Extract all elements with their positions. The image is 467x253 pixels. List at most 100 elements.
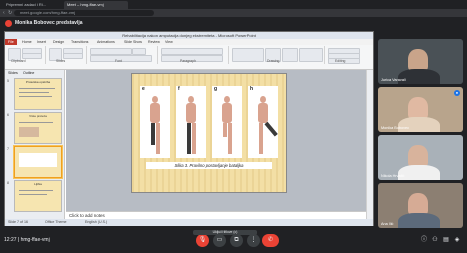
ribbon-group-font: Font — [87, 46, 158, 64]
presenter-name: Monika Bobovec predstavlja — [15, 20, 83, 26]
participant-name: Jurica Varavali — [381, 78, 406, 82]
thumb-text-line — [19, 190, 53, 191]
font-family-select[interactable] — [90, 48, 132, 55]
slide-thumbnail[interactable]: Vrste proteza — [14, 112, 62, 144]
participant-name: Ana Ilić — [381, 222, 394, 226]
figure-head — [152, 96, 158, 103]
thumb-title: Lijčka — [34, 182, 42, 186]
more-options-button[interactable]: ⋮ — [247, 234, 260, 247]
figure-panel-e: e — [140, 86, 170, 158]
font-size-select[interactable] — [132, 48, 146, 55]
thumb-image — [19, 127, 39, 137]
mic-off-button[interactable]: 🎙 — [196, 234, 209, 247]
ribbon-group-paragraph: Paragraph — [158, 46, 229, 64]
ppt-status-bar: Slide 7 of 16 Office Theme English (U.S.… — [5, 219, 373, 226]
captions-hint-tooltip: Uključi titlove (c) — [193, 230, 257, 235]
slides-panel: Slides Outline 5 Protetska opskrba 6 Vrs… — [5, 70, 65, 219]
participant-tile[interactable]: Nikola Hrvatić — [378, 135, 463, 180]
figure-head — [260, 96, 266, 103]
figure-torso — [258, 103, 268, 123]
slide-edit-area[interactable]: e f g h Slika 3. Pravilno postavljanje b… — [66, 70, 366, 211]
participant-name: Monika Bobovec — [381, 126, 410, 130]
participant-face — [408, 145, 428, 167]
presenter-banner: Monika Bobovec predstavlja — [0, 17, 467, 30]
shape-fill-buttons[interactable] — [299, 48, 323, 62]
ppt-title-bar: Rehabilitacija nakon amputacija donjeg e… — [5, 32, 373, 39]
url-field[interactable]: meet.google.com/hmg-ffae-vmj — [14, 10, 154, 16]
thumb-text-line — [19, 92, 49, 93]
reset-button[interactable] — [63, 53, 83, 59]
ribbon-label-clipboard: Clipboard — [11, 59, 26, 63]
figure-head — [188, 96, 194, 103]
participant-tile[interactable]: Jurica Varavali — [378, 39, 463, 84]
browser-tab-bar: Pripremni zadaci i Ri... Meet – hmg-ffae… — [0, 0, 467, 9]
participant-face — [408, 49, 428, 71]
people-icon[interactable]: ⚇ — [431, 236, 439, 244]
body-figure — [185, 96, 197, 154]
ribbon-label-slides: Slides — [56, 59, 66, 63]
figure-panel-g: g — [212, 86, 242, 158]
ribbon-group-drawing: Drawing — [229, 46, 325, 64]
thumb-title: Vrste proteza — [29, 114, 47, 118]
ribbon-group-editing: Editing — [325, 46, 371, 64]
activities-icon[interactable]: ◈ — [453, 236, 461, 244]
figure-leg — [259, 123, 263, 154]
slide-thumbnail-selected[interactable] — [14, 146, 62, 178]
ribbon-label-editing: Editing — [335, 59, 346, 63]
thumb-image — [19, 153, 57, 167]
figure-torso — [186, 103, 196, 123]
browser-tab-1[interactable]: Pripremni zadaci i Ri... — [3, 1, 69, 9]
figure-head — [224, 96, 230, 103]
body-figure — [149, 96, 161, 154]
chat-icon[interactable]: ▤ — [442, 236, 450, 244]
vertical-scrollbar[interactable] — [366, 70, 373, 219]
figure-leg — [192, 123, 196, 154]
meeting-time: 12:27 | hmg-ffae-vmj — [4, 237, 50, 243]
quick-styles-button[interactable] — [282, 48, 298, 62]
figure-leg — [151, 123, 155, 145]
slide-caption: Slika 3. Pravilno postavljanje bataljka — [146, 162, 272, 169]
ppt-ribbon: Clipboard Slides Font Paragraph Drawing — [5, 45, 373, 70]
participant-body — [398, 213, 440, 228]
ribbon-label-paragraph: Paragraph — [180, 59, 196, 63]
notes-pane[interactable]: Click to add notes — [66, 211, 366, 219]
figure-torso — [222, 103, 232, 123]
figure-label: g — [214, 86, 218, 92]
figure-panel-h: h — [248, 86, 278, 158]
body-figure — [257, 96, 278, 154]
ribbon-group-slides: Slides — [46, 46, 87, 64]
speaking-icon: ● — [454, 90, 460, 96]
thumb-number: 5 — [7, 79, 9, 83]
thumb-number: 8 — [7, 181, 9, 185]
camera-button[interactable]: ▭ — [213, 234, 226, 247]
list-buttons[interactable] — [161, 48, 223, 55]
status-language: English (U.S.) — [85, 220, 108, 224]
thumb-number: 7 — [7, 147, 9, 151]
presenting-icon — [5, 20, 12, 27]
ribbon-label-font: Font — [115, 59, 122, 63]
figure-label: f — [178, 86, 180, 92]
reload-icon[interactable]: ↻ — [8, 9, 12, 17]
slide-thumbnail[interactable]: Protetska opskrba — [14, 78, 62, 110]
back-icon[interactable]: ‹ — [3, 9, 5, 17]
shapes-gallery[interactable] — [232, 48, 264, 62]
figure-label: e — [142, 86, 145, 92]
thumb-text-line — [19, 122, 53, 123]
thumb-title: Protetska opskrba — [25, 80, 51, 84]
slide-thumbnail[interactable]: Lijčka — [14, 180, 62, 212]
participant-tile[interactable]: Monika Bobovec ● — [378, 87, 463, 132]
figure-label: h — [250, 86, 254, 92]
slides-panel-tab-outline[interactable]: Outline — [23, 71, 34, 75]
current-slide[interactable]: e f g h Slika 3. Pravilno postavljanje b… — [131, 73, 287, 193]
ribbon-label-drawing: Drawing — [267, 59, 280, 63]
figure-leg — [187, 123, 191, 154]
info-icon[interactable]: ⓘ — [420, 236, 428, 244]
thumb-text-line — [19, 96, 52, 97]
ribbon-group-clipboard: Clipboard — [5, 46, 46, 64]
status-theme: Office Theme — [45, 220, 67, 224]
slides-panel-tab-slides[interactable]: Slides — [8, 71, 18, 75]
end-call-button[interactable]: ✆ — [262, 234, 279, 247]
participant-tile[interactable]: Ana Ilić — [378, 183, 463, 228]
browser-tab-meet[interactable]: Meet – hmg-ffae-vmj — [64, 1, 128, 9]
captions-button[interactable]: ⧉ — [230, 234, 243, 247]
